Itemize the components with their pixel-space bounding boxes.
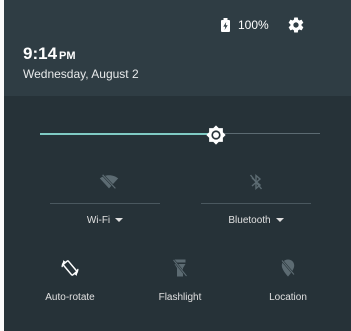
clock-ampm: PM [59,50,76,62]
notification-header: 100% 9:14 PM Wednesday, August 2 [4,0,351,96]
location-tile[interactable] [274,258,302,282]
bluetooth-off-icon [249,173,263,196]
location-label: Location [269,292,307,303]
bluetooth-label: Bluetooth [228,215,271,226]
clock[interactable]: 9:14 PM [23,44,76,64]
flashlight-tile[interactable] [166,258,194,282]
wifi-tile[interactable] [91,173,127,195]
battery-charging-icon [221,18,230,32]
clock-time: 9:14 [23,44,58,63]
bluetooth-label-dropdown[interactable]: Bluetooth [201,215,311,226]
flashlight-off-icon [172,258,188,282]
brightness-icon[interactable] [205,124,227,146]
auto-rotate-tile[interactable] [52,258,88,282]
date-label[interactable]: Wednesday, August 2 [23,67,139,81]
wifi-label: Wi-Fi [86,215,111,226]
battery-percentage: 100% [238,18,269,32]
auto-rotate-label: Auto-rotate [45,292,95,303]
brightness-slider[interactable] [40,124,320,146]
bluetooth-tile[interactable] [242,172,270,196]
quick-settings-panel: 100% 9:14 PM Wednesday, August 2 Wi-Fi B… [4,0,351,331]
gear-icon[interactable] [287,16,305,34]
bluetooth-divider [201,203,311,204]
chevron-down-icon [275,218,284,223]
location-off-icon [281,259,295,282]
wifi-off-icon [99,173,119,195]
chevron-down-icon [115,218,124,223]
rotate-icon [60,258,80,283]
wifi-divider [50,203,160,204]
flashlight-label: Flashlight [158,292,202,303]
status-bar: 100% [221,16,305,34]
brightness-fill [40,133,217,135]
wifi-label-dropdown[interactable]: Wi-Fi [50,215,160,226]
